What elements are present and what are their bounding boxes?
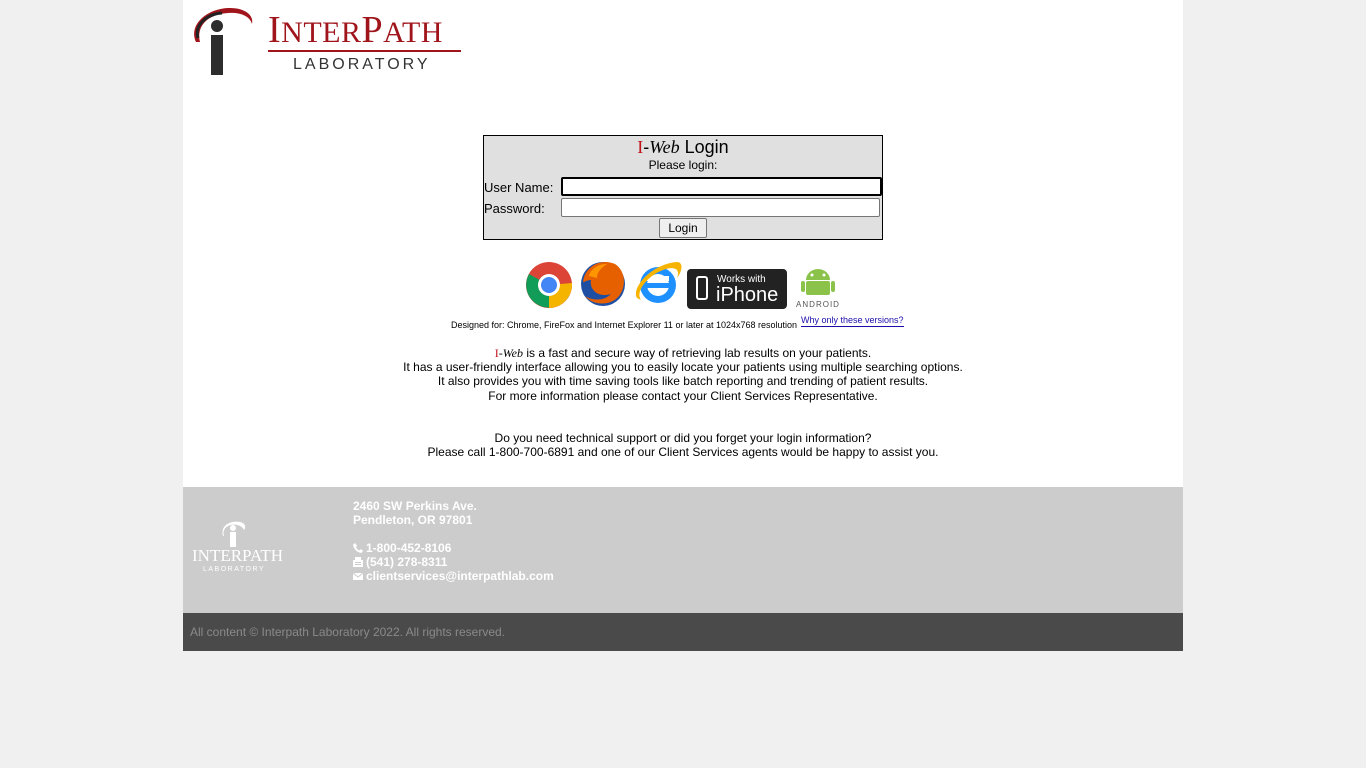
page-container: INTERPATH LABORATORY I-Web Login Please … bbox=[183, 0, 1183, 651]
interpath-logo: INTERPATH LABORATORY bbox=[188, 4, 468, 78]
login-prompt: Please login: bbox=[648, 158, 718, 172]
login-title: I-Web Login bbox=[637, 137, 729, 157]
works-with-iphone-badge: Works with iPhone bbox=[687, 269, 787, 309]
iphone-icon bbox=[696, 276, 708, 300]
android-label: ANDROID bbox=[796, 300, 840, 309]
footer-address-2: Pendleton, OR 97801 bbox=[353, 513, 473, 527]
footer-phone: 1-800-452-8106 bbox=[353, 541, 554, 555]
footer-email: clientservices@interpathlab.com bbox=[353, 569, 554, 583]
footer-logo-mark-icon bbox=[222, 521, 246, 547]
password-label: Password: bbox=[484, 201, 545, 216]
firefox-icon bbox=[581, 262, 625, 306]
chrome-icon bbox=[526, 262, 573, 308]
support-line-1: Do you need technical support or did you… bbox=[494, 431, 872, 445]
footer-contact: 2460 SW Perkins Ave. Pendleton, OR 97801… bbox=[353, 499, 554, 583]
footer-logo: INTERPATH LABORATORY bbox=[192, 520, 283, 576]
fax-icon bbox=[353, 557, 363, 567]
designed-for-note: Designed for: Chrome, FireFox and Intern… bbox=[451, 320, 798, 330]
support-paragraph: Do you need technical support or did you… bbox=[183, 431, 1183, 459]
username-label: User Name: bbox=[484, 180, 554, 195]
footer-address-1: 2460 SW Perkins Ave. bbox=[353, 499, 477, 513]
footer-fax: (541) 278-8311 bbox=[353, 555, 554, 569]
internet-explorer-icon bbox=[635, 262, 682, 303]
copyright-bar: All content © Interpath Laboratory 2022.… bbox=[183, 613, 1183, 651]
footer-logo-word: INTERPATH bbox=[192, 546, 283, 565]
why-versions-link[interactable]: Why only these versions? bbox=[801, 315, 904, 327]
support-line-2: Please call 1-800-700-6891 and one of ou… bbox=[427, 445, 939, 460]
footer-logo-sub: LABORATORY bbox=[203, 566, 266, 573]
brand-divider bbox=[268, 50, 461, 52]
info-paragraph: I-Web is a fast and secure way of retrie… bbox=[183, 346, 1183, 403]
android-icon: ANDROID bbox=[796, 269, 840, 309]
interpath-logo-mark-icon bbox=[194, 8, 253, 75]
info-line-3: It also provides you with time saving to… bbox=[437, 374, 929, 389]
envelope-icon bbox=[353, 572, 363, 580]
password-input[interactable] bbox=[561, 198, 880, 217]
supported-browsers: Works with iPhone ANDROID bbox=[525, 258, 845, 312]
brand-name: INTERPATH bbox=[268, 9, 443, 51]
info-line-2: It has a user-friendly interface allowin… bbox=[403, 360, 963, 375]
brand-subtitle: LABORATORY bbox=[293, 56, 431, 73]
info-line-4: For more information please contact your… bbox=[488, 388, 878, 403]
main-content: INTERPATH LABORATORY I-Web Login Please … bbox=[183, 0, 1183, 487]
username-input[interactable] bbox=[561, 177, 882, 196]
info-line-1: I-Web is a fast and secure way of retrie… bbox=[494, 346, 872, 360]
login-panel: I-Web Login Please login: User Name: Pas… bbox=[483, 135, 883, 240]
copyright-text: All content © Interpath Laboratory 2022.… bbox=[190, 625, 506, 639]
footer: INTERPATH LABORATORY 2460 SW Perkins Ave… bbox=[183, 487, 1183, 613]
phone-icon bbox=[353, 543, 363, 553]
login-button[interactable]: Login bbox=[659, 218, 707, 238]
